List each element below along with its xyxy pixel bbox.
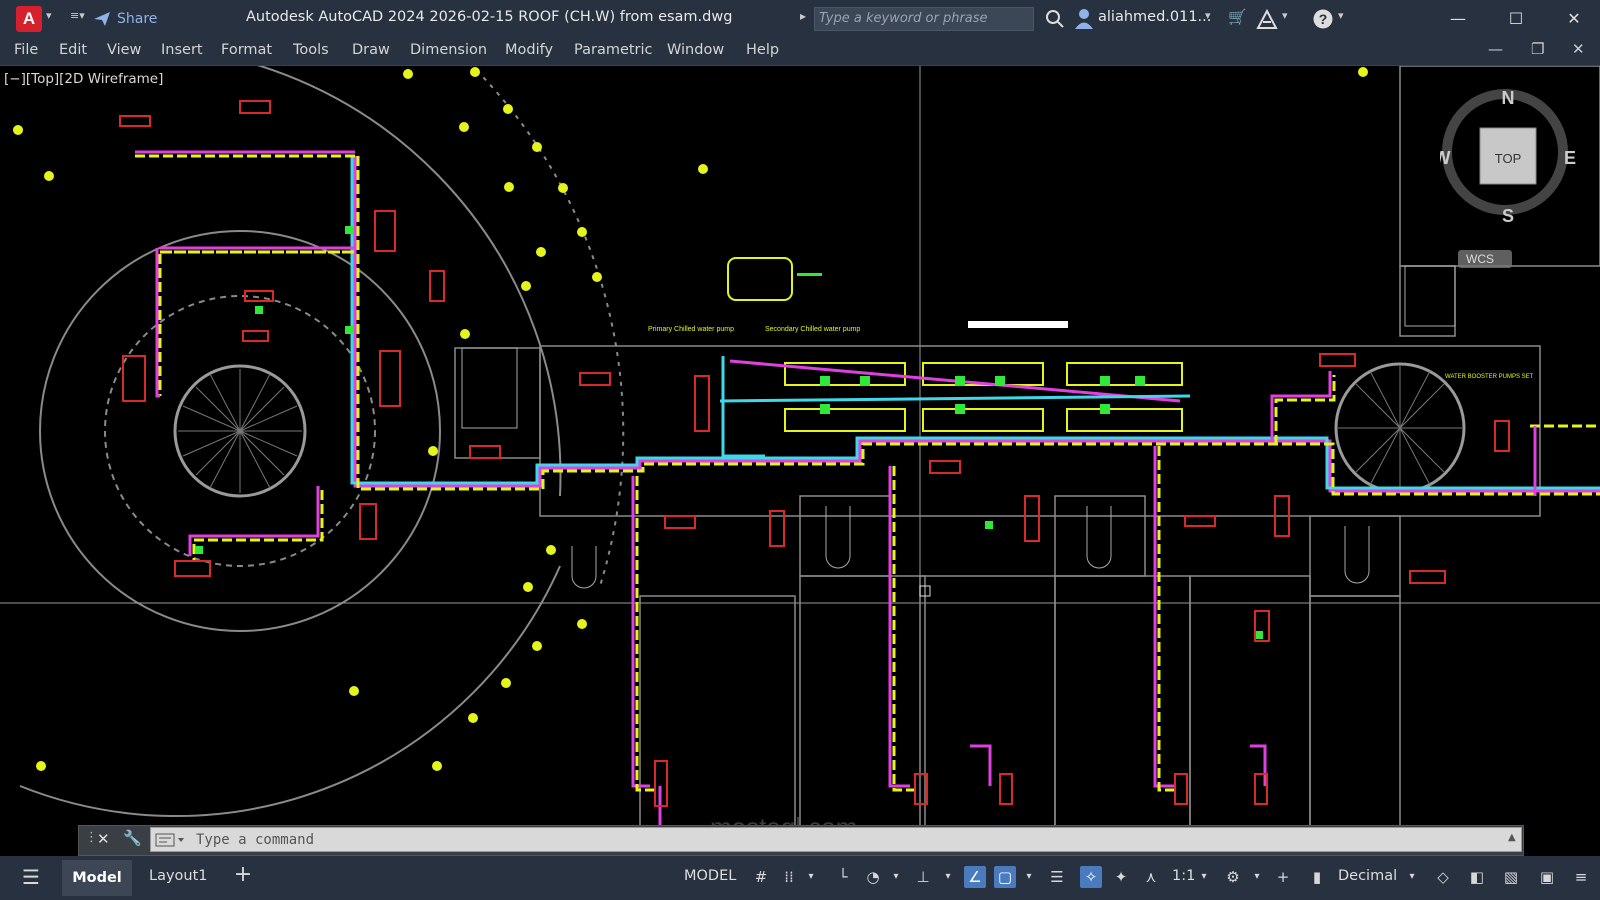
user-name[interactable]: aliahmed.011... (1098, 9, 1211, 25)
object-snap-tracking-icon[interactable]: ∠ (964, 866, 986, 888)
menu-bar: File Edit View Insert Format Tools Draw … (0, 37, 1600, 66)
viewcube-top-face: TOP (1495, 151, 1522, 166)
customize-status-bar-icon[interactable]: ≡ (1570, 866, 1592, 888)
window-title: Autodesk AutoCAD 2024 2026-02-15 ROOF (C… (246, 9, 733, 25)
help-chevron-icon: ▾ (1338, 9, 1344, 22)
lineweight-icon[interactable]: ☰ (1046, 866, 1068, 888)
command-input[interactable]: Type a command (150, 827, 1522, 852)
menu-window[interactable]: Window (667, 42, 724, 58)
menu-edit[interactable]: Edit (59, 42, 87, 58)
autocad-logo-icon[interactable]: A (16, 6, 42, 32)
isodraft-chevron-icon[interactable]: ▾ (937, 866, 959, 888)
menu-dimension[interactable]: Dimension (410, 42, 487, 58)
autodesk-a360-icon[interactable] (1256, 9, 1278, 29)
maximize-button[interactable]: ☐ (1496, 6, 1536, 32)
add-layout-button[interactable]: + (232, 864, 254, 886)
polar-tracking-icon[interactable]: ◔ (862, 866, 884, 888)
scale-chevron-icon[interactable]: ▾ (1193, 866, 1215, 888)
primary-pump-note: Primary Chilled water pump (648, 326, 734, 333)
graphics-performance-icon[interactable]: ▧ (1500, 866, 1522, 888)
drawing-svg: Primary Chilled water pump Secondary Chi… (0, 66, 1600, 856)
cart-icon[interactable]: 🛒 (1228, 8, 1247, 26)
snap-chevron-icon[interactable]: ▾ (800, 866, 822, 888)
share-label: Share (117, 11, 158, 27)
clean-screen-icon[interactable]: ▣ (1536, 866, 1558, 888)
viewcube-south: S (1502, 206, 1514, 226)
document-minimize-button[interactable]: — (1488, 40, 1503, 58)
polar-chevron-icon[interactable]: ▾ (885, 866, 907, 888)
annotation-visibility-icon[interactable]: ✧ (1080, 866, 1102, 888)
menu-format[interactable]: Format (221, 42, 272, 58)
units-icon[interactable]: ▮ (1306, 866, 1328, 888)
grid-icon[interactable]: # (750, 866, 772, 888)
menu-hamburger-icon[interactable]: ☰ (20, 866, 42, 888)
close-button[interactable]: ✕ (1554, 6, 1594, 32)
user-menu-chevron-icon[interactable]: ▾ (1205, 9, 1211, 22)
column-markers (13, 67, 1368, 771)
document-restore-button[interactable]: ❐ (1531, 40, 1544, 58)
tab-layout1[interactable]: Layout1 (149, 868, 208, 884)
menu-file[interactable]: File (14, 42, 38, 58)
menu-view[interactable]: View (107, 42, 141, 58)
auto-scale-icon[interactable]: ✦ (1110, 866, 1132, 888)
app-menu-chevron-icon[interactable]: ▾ (46, 9, 52, 22)
viewcube-east: E (1564, 148, 1576, 168)
help-search-input[interactable]: Type a keyword or phrase (814, 7, 1034, 31)
annotation-monitor-icon[interactable]: + (1272, 866, 1294, 888)
help-icon[interactable]: ? (1312, 8, 1334, 30)
search-icon[interactable] (1045, 9, 1065, 29)
workspace-chevron-icon[interactable]: ▾ (1246, 866, 1268, 888)
domed-skylight-left (173, 364, 307, 498)
minimize-button[interactable]: — (1438, 6, 1478, 32)
a360-chevron-icon: ▾ (1282, 9, 1288, 22)
wcs-menu: WCS (1466, 252, 1494, 266)
domed-skylight-right (1334, 362, 1466, 494)
command-close-button[interactable]: ✕ (97, 830, 110, 848)
menu-help[interactable]: Help (746, 42, 779, 58)
model-space-toggle[interactable]: MODEL (684, 868, 736, 884)
quick-access-toolbar-icon[interactable]: ≡▾ (70, 9, 85, 22)
menu-draw[interactable]: Draw (352, 42, 390, 58)
tab-model[interactable]: Model (62, 860, 132, 896)
menu-tools[interactable]: Tools (293, 42, 329, 58)
viewcube-west: W (1440, 148, 1451, 168)
snap-mode-icon[interactable]: ⁞⁞ (778, 866, 800, 888)
user-avatar-icon[interactable] (1074, 8, 1094, 30)
share-button[interactable]: Share (93, 8, 157, 30)
secondary-pump-note: Secondary Chilled water pump (765, 326, 860, 333)
status-bar: ☰ Model Layout1 + MODEL # ⁞⁞ ▾ └ ◔ ▾ ⊥ ▾… (0, 856, 1600, 900)
units-value[interactable]: Decimal (1338, 868, 1397, 884)
fan-coil-units (119, 100, 1510, 807)
title-bar: A ▾ ≡▾ Share Autodesk AutoCAD 2024 2026-… (0, 0, 1600, 37)
circular-building-outline (19, 66, 625, 817)
command-customize-icon[interactable]: 🔧 (123, 829, 142, 847)
command-expand-icon[interactable]: ▲ (1508, 832, 1516, 843)
svg-text:?: ? (1319, 11, 1328, 27)
stairs (461, 265, 1456, 589)
command-history-icon[interactable] (155, 832, 187, 848)
units-chevron-icon[interactable]: ▾ (1401, 866, 1423, 888)
annotation-scale-value[interactable]: 1:1 (1172, 868, 1195, 884)
ortho-icon[interactable]: └ (832, 866, 854, 888)
annotation-scale-icon[interactable]: ⋏ (1140, 866, 1162, 888)
paper-plane-icon (94, 12, 110, 26)
viewport-controls[interactable]: [−][Top][2D Wireframe] (4, 71, 163, 87)
workspace-gear-icon[interactable]: ⚙ (1222, 866, 1244, 888)
chilled-water-pipes (135, 150, 1600, 846)
building-walls (454, 66, 1600, 856)
menu-insert[interactable]: Insert (161, 42, 203, 58)
viewcube[interactable]: TOP N S E W WCS (1440, 82, 1580, 282)
isodraft-icon[interactable]: ⊥ (912, 866, 934, 888)
title-expand-arrow-icon[interactable]: ▸ (800, 9, 806, 23)
object-snap-chevron-icon[interactable]: ▾ (1018, 866, 1040, 888)
quick-properties-icon[interactable]: ◇ (1432, 866, 1454, 888)
isolate-objects-icon[interactable]: ◧ (1466, 866, 1488, 888)
document-close-button[interactable]: ✕ (1572, 40, 1585, 58)
menu-modify[interactable]: Modify (505, 42, 553, 58)
object-snap-icon[interactable]: ▢ (994, 866, 1016, 888)
viewcube-north: N (1502, 88, 1515, 108)
drawing-canvas[interactable]: Primary Chilled water pump Secondary Chi… (0, 66, 1600, 856)
menu-parametric[interactable]: Parametric (574, 42, 653, 58)
booster-pump-note: WATER BOOSTER PUMPS SET (1445, 374, 1534, 380)
